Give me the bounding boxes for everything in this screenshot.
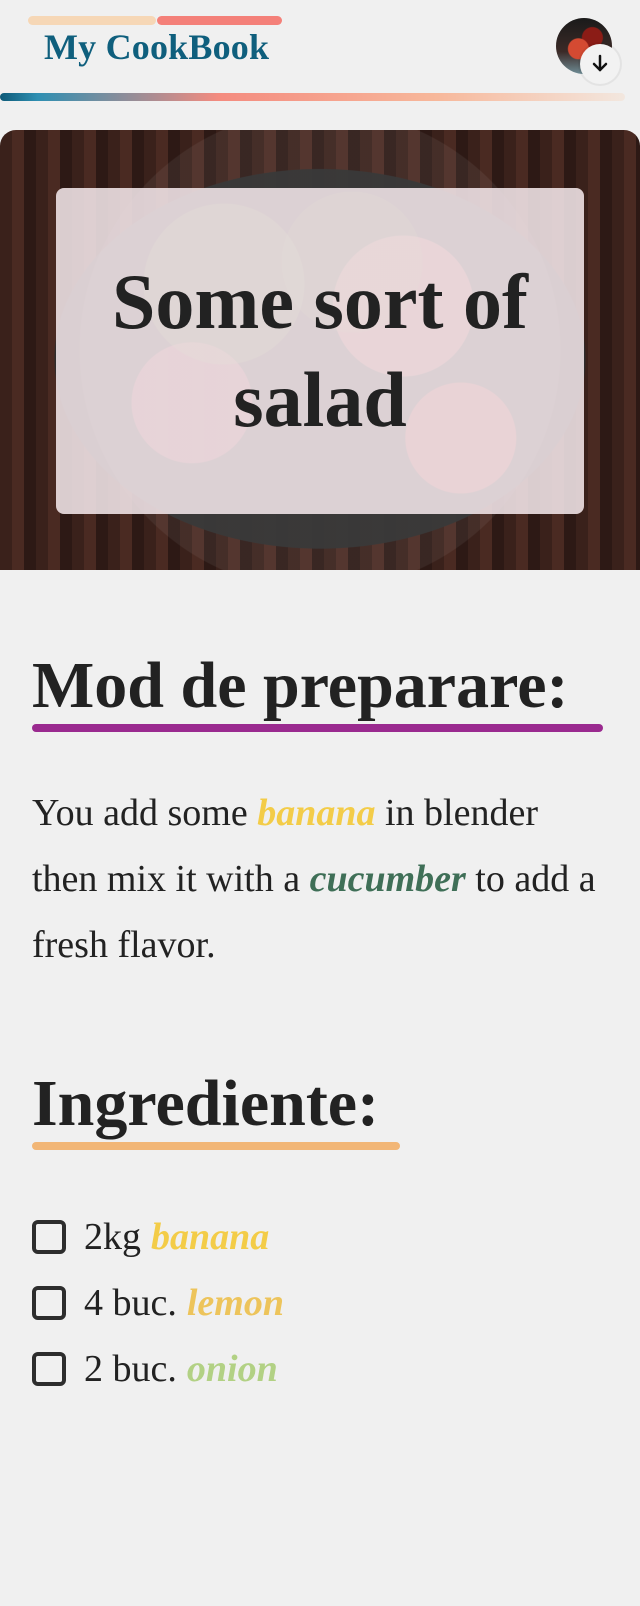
ingredient-item: 2kg banana	[32, 1204, 612, 1270]
prep-text-part1: You add some	[32, 792, 258, 834]
ingredient-name: onion	[186, 1348, 278, 1390]
preparation-section: Mod de preparare: You add some banana in…	[32, 648, 612, 978]
tab-indicator-left	[28, 16, 156, 25]
ingredient-item: 2 buc. onion	[32, 1336, 612, 1402]
prep-keyword-banana: banana	[257, 792, 376, 834]
top-bar: My CookBook	[0, 0, 640, 104]
checkbox-icon[interactable]	[32, 1286, 66, 1320]
hero-title-card: Some sort of salad	[56, 188, 584, 514]
ingredient-qty: 2 buc.	[84, 1348, 177, 1390]
ingredient-name: lemon	[186, 1282, 284, 1324]
recipe-content: Mod de preparare: You add some banana in…	[32, 648, 612, 1418]
ingredient-name: banana	[151, 1216, 270, 1258]
prep-keyword-cucumber: cucumber	[309, 858, 466, 900]
ingredients-section: Ingrediente: 2kg banana 4 buc. lemon 2 b…	[32, 1066, 612, 1402]
download-button[interactable]	[580, 44, 620, 84]
ingredients-list: 2kg banana 4 buc. lemon 2 buc. onion	[32, 1204, 612, 1402]
brand-title[interactable]: My CookBook	[44, 26, 269, 68]
ingredients-title: Ingrediente:	[32, 1067, 380, 1140]
checkbox-icon[interactable]	[32, 1220, 66, 1254]
ingredient-qty: 2kg	[84, 1216, 141, 1258]
checkbox-icon[interactable]	[32, 1352, 66, 1386]
arrow-down-icon	[592, 54, 608, 72]
tab-indicator-right	[157, 16, 282, 25]
ingredients-title-underline	[32, 1142, 400, 1150]
preparation-title-underline	[32, 724, 603, 732]
preparation-text: You add some banana in blender then mix …	[32, 780, 602, 978]
header-divider	[0, 93, 625, 101]
ingredient-item: 4 buc. lemon	[32, 1270, 612, 1336]
recipe-hero: Some sort of salad	[0, 130, 640, 570]
recipe-title: Some sort of salad	[112, 258, 528, 443]
ingredient-qty: 4 buc.	[84, 1282, 177, 1324]
preparation-title: Mod de preparare:	[32, 649, 569, 722]
